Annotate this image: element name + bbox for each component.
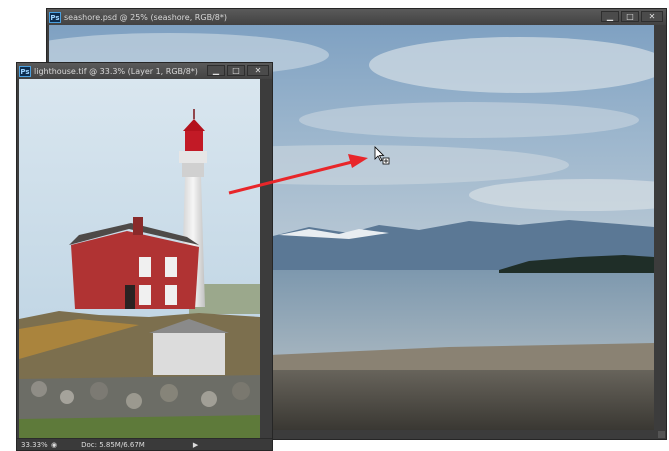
close-button[interactable]: ✕ — [247, 65, 269, 76]
arrow-cursor-with-plus-icon — [374, 146, 390, 165]
seashore-titlebar[interactable]: Ps seashore.psd @ 25% (seashore, RGB/8*)… — [47, 9, 666, 25]
zoom-level-field[interactable]: 33.33% — [21, 441, 48, 449]
seashore-window-title: seashore.psd @ 25% (seashore, RGB/8*) — [64, 12, 227, 22]
photoshop-icon: Ps — [49, 11, 61, 23]
seashore-window-controls: ▁ □ ✕ — [599, 11, 663, 22]
document-size-info: Doc: 5.85M/6.67M — [81, 440, 145, 449]
maximize-button[interactable]: □ — [227, 65, 245, 76]
minimize-button[interactable]: ▁ — [207, 65, 225, 76]
status-arrow-icon[interactable]: ▶ — [193, 441, 198, 449]
resize-grip[interactable] — [658, 431, 665, 438]
lighthouse-canvas[interactable] — [19, 79, 260, 440]
lighthouse-statusbar: 33.33% ◉ Doc: 5.85M/6.67M ▶ — [17, 438, 272, 450]
lighthouse-window-title: lighthouse.tif @ 33.3% (Layer 1, RGB/8*) — [34, 66, 198, 76]
lighthouse-window-controls: ▁ □ ✕ — [205, 65, 269, 76]
minimize-button[interactable]: ▁ — [601, 11, 619, 22]
lighthouse-photo — [19, 79, 260, 440]
close-button[interactable]: ✕ — [641, 11, 663, 22]
status-info-icon: ◉ — [51, 440, 58, 449]
photoshop-icon: Ps — [19, 65, 31, 77]
maximize-button[interactable]: □ — [621, 11, 639, 22]
lighthouse-titlebar[interactable]: Ps lighthouse.tif @ 33.3% (Layer 1, RGB/… — [17, 63, 272, 79]
lighthouse-document-window[interactable]: Ps lighthouse.tif @ 33.3% (Layer 1, RGB/… — [16, 62, 273, 451]
